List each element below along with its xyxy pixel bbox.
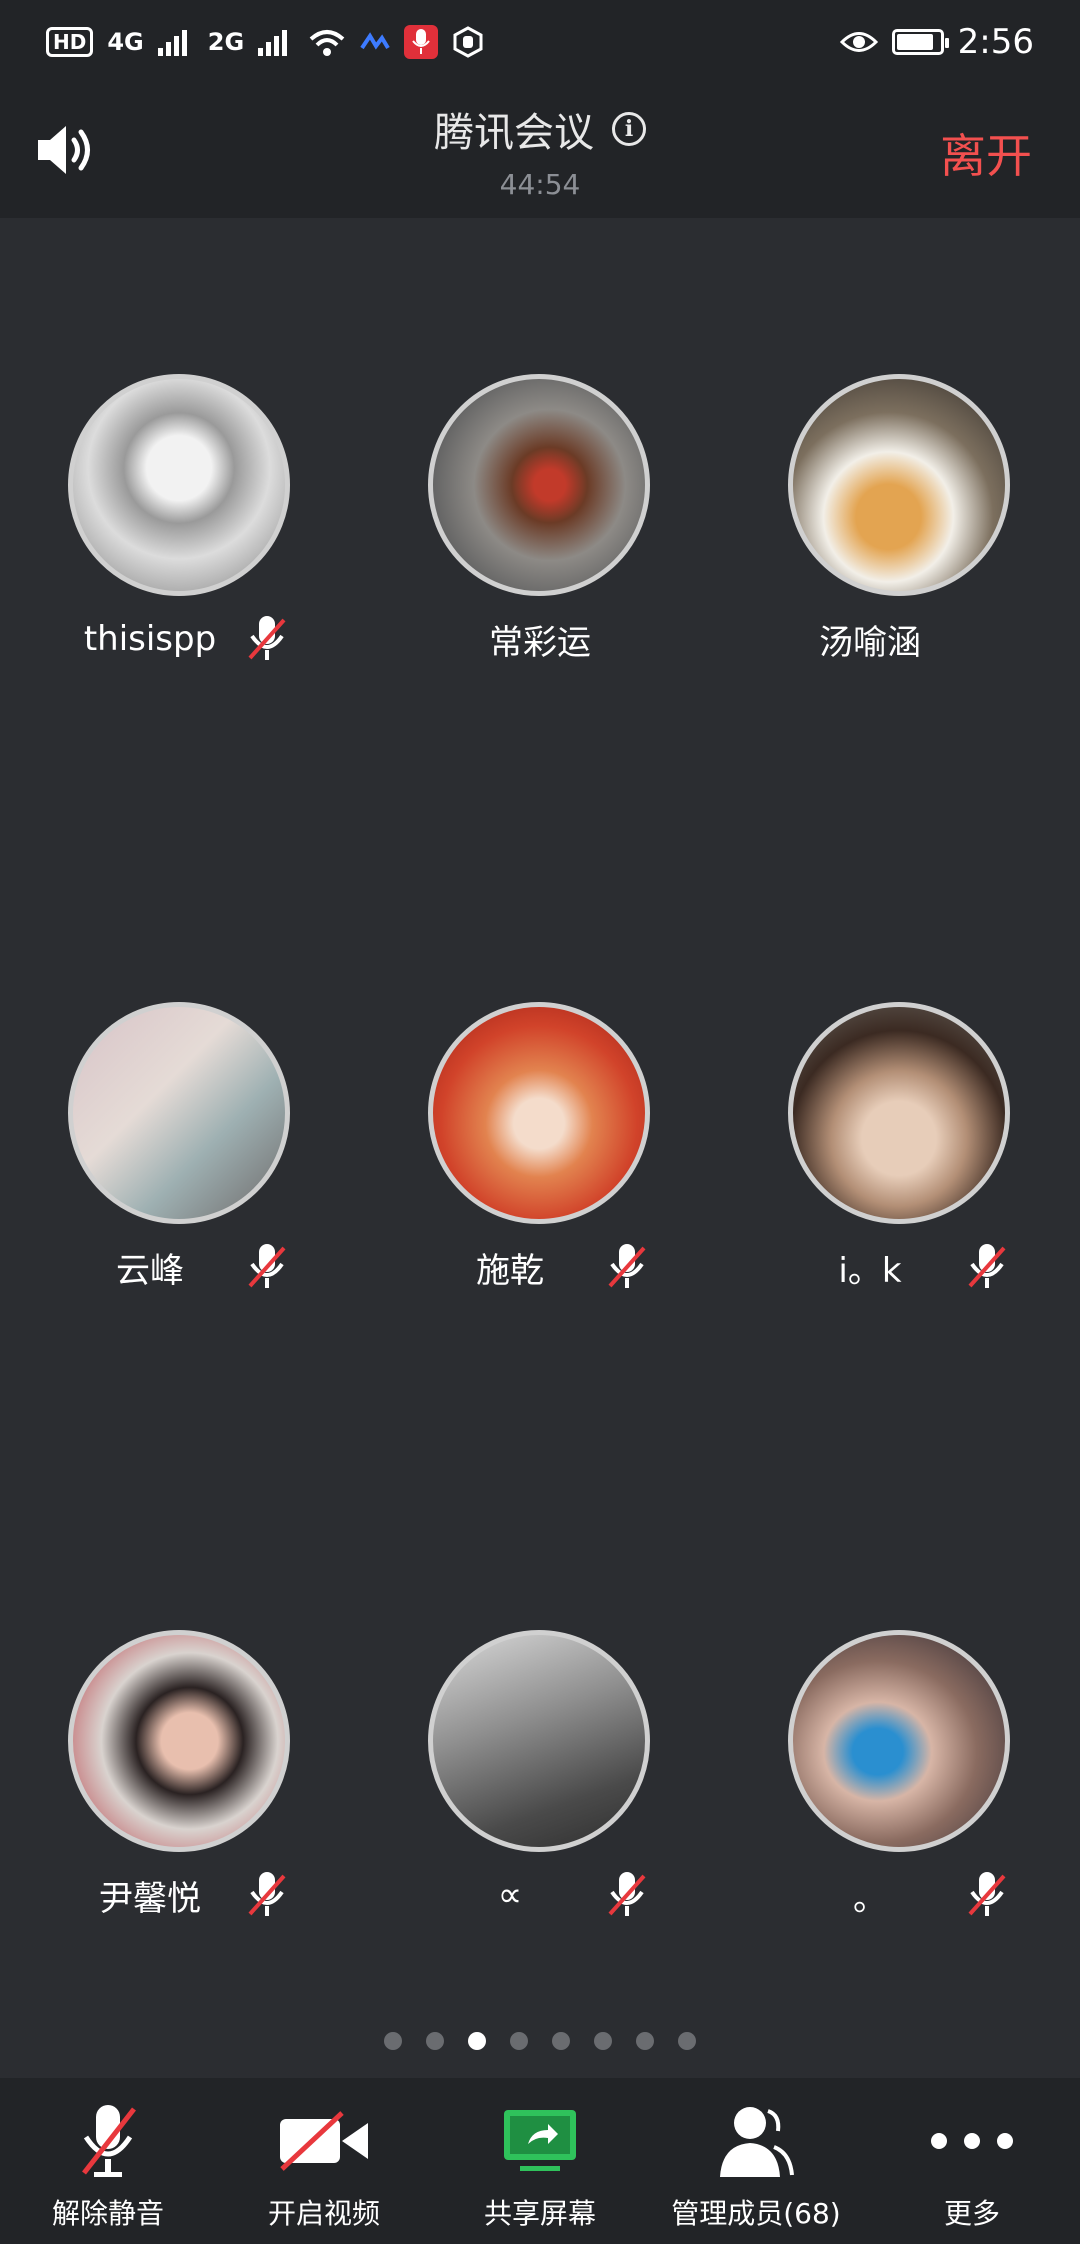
avatar [788, 1002, 1010, 1224]
avatar [428, 374, 650, 596]
signal-icon [157, 30, 187, 56]
recording-mic-icon [404, 25, 439, 59]
avatar [68, 1002, 290, 1224]
share-screen-button[interactable]: 共享屏幕 [432, 2078, 648, 2244]
page-dot[interactable] [636, 2032, 654, 2050]
page-dot-active[interactable] [468, 2032, 486, 2050]
meeting-title-area: 腾讯会议 i 44:54 [0, 100, 1080, 201]
unmute-button[interactable]: 解除静音 [0, 2078, 216, 2244]
participant-tile[interactable]: 尹馨悦 [0, 1630, 360, 1960]
participant-name: 常彩运 [489, 622, 591, 663]
avatar [428, 1630, 650, 1852]
participant-tile[interactable]: 云峰 [0, 1002, 360, 1332]
participant-name: 汤喻涵 [819, 622, 921, 663]
members-icon [720, 2107, 794, 2177]
meeting-title: 腾讯会议 [434, 110, 594, 156]
wifi-icon [309, 30, 345, 56]
bottom-toolbar: 解除静音 开启视频 共享屏幕 管理成员(68) 更多 [0, 2078, 1080, 2244]
share-screen-label: 共享屏幕 [483, 2197, 596, 2230]
participant-name: 施乾 [476, 1250, 544, 1291]
more-dots-icon [931, 2133, 1013, 2149]
info-icon[interactable]: i [612, 112, 646, 146]
signal-icon-2 [258, 30, 288, 56]
avatar [68, 1630, 290, 1852]
status-right: 2:56 [839, 22, 1034, 62]
mic-muted-icon [82, 2105, 136, 2177]
start-video-button[interactable]: 开启视频 [216, 2078, 432, 2244]
participant-name: thisispp [83, 619, 217, 659]
page-indicator [0, 2032, 1080, 2050]
eye-icon [839, 32, 878, 52]
mic-muted-icon [608, 1244, 646, 1288]
page-dot[interactable] [426, 2032, 444, 2050]
page-dot[interactable] [678, 2032, 696, 2050]
participant-tile[interactable]: 。 [720, 1630, 1080, 1960]
mic-muted-icon [608, 1872, 646, 1916]
hd-badge: HD [46, 27, 94, 57]
mic-muted-icon [248, 1872, 286, 1916]
participant-tile[interactable]: thisispp [0, 374, 360, 704]
status-left: HD 4G 2G [46, 25, 484, 59]
meeting-header: 腾讯会议 i 44:54 离开 [0, 84, 1080, 218]
status-bar: HD 4G 2G 2:56 [0, 0, 1080, 84]
more-label: 更多 [943, 2197, 1000, 2230]
app-notification-icon [360, 32, 390, 50]
manage-members-label: 管理成员(68) [671, 2197, 841, 2230]
page-dot[interactable] [510, 2032, 528, 2050]
video-off-icon [280, 2111, 368, 2171]
page-dot[interactable] [594, 2032, 612, 2050]
participant-name: 云峰 [116, 1250, 184, 1291]
avatar [788, 374, 1010, 596]
manage-members-button[interactable]: 管理成员(68) [648, 2078, 864, 2244]
participant-tile[interactable]: 常彩运 [360, 374, 720, 704]
avatar [788, 1630, 1010, 1852]
avatar [68, 374, 290, 596]
hand-shield-icon [453, 26, 483, 58]
page-dot[interactable] [384, 2032, 402, 2050]
participant-tile[interactable]: 施乾 [360, 1002, 720, 1332]
mic-muted-icon [968, 1244, 1006, 1288]
page-dot[interactable] [552, 2032, 570, 2050]
participant-name: i。k [838, 1250, 902, 1291]
more-button[interactable]: 更多 [864, 2078, 1080, 2244]
participant-name: ∝ [497, 1875, 523, 1915]
clock: 2:56 [957, 22, 1034, 62]
start-video-label: 开启视频 [267, 2197, 380, 2230]
leave-button[interactable]: 离开 [940, 120, 1032, 186]
mic-muted-icon [248, 1244, 286, 1288]
avatar [428, 1002, 650, 1224]
participant-name: 。 [853, 1878, 887, 1919]
participant-tile[interactable]: i。k [720, 1002, 1080, 1332]
mic-muted-icon [248, 616, 286, 660]
meeting-timer: 44:54 [499, 168, 581, 201]
participant-tile[interactable]: 汤喻涵 [720, 374, 1080, 704]
participant-name: 尹馨悦 [99, 1878, 201, 1919]
network-4g-label: 4G [107, 28, 144, 56]
participant-tile[interactable]: ∝ [360, 1630, 720, 1960]
battery-icon [891, 29, 949, 55]
network-2g-label: 2G [207, 28, 245, 56]
share-screen-icon [504, 2110, 576, 2171]
unmute-label: 解除静音 [51, 2197, 164, 2230]
mic-muted-icon [968, 1872, 1006, 1916]
